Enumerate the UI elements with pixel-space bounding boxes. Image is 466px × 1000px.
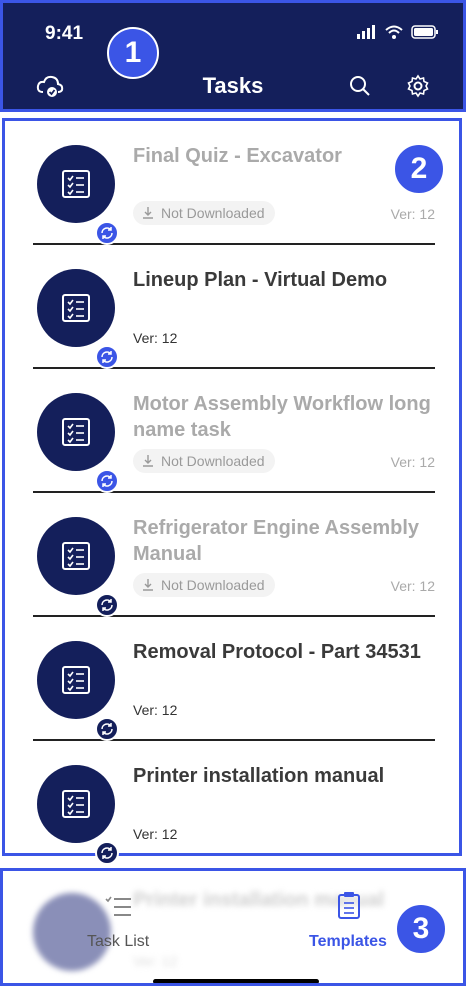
task-version: Ver: 12 — [133, 826, 178, 842]
checklist-icon — [62, 294, 90, 322]
task-name: Printer installation manual — [133, 765, 385, 787]
task-avatar — [37, 393, 119, 493]
download-icon — [143, 207, 153, 219]
checklist-icon — [62, 542, 90, 570]
status-time: 9:41 — [45, 23, 84, 44]
checklist-icon — [62, 790, 90, 818]
download-status: Not Downloaded — [161, 205, 265, 221]
checklist-icon — [62, 170, 90, 198]
task-avatar — [37, 145, 119, 245]
sync-status-icon — [95, 593, 119, 617]
sync-status-icon — [95, 717, 119, 741]
task-avatar — [37, 517, 119, 617]
task-item[interactable]: Lineup Plan - Virtual Demo Ver: 12 — [33, 245, 435, 369]
tab-templates[interactable]: Templates — [303, 887, 403, 957]
task-item[interactable]: Printer installation manual Ver: 12 — [33, 741, 435, 865]
status-icons — [357, 25, 439, 39]
task-avatar — [37, 765, 119, 865]
task-name: Refrigerator Engine Assembly Manual — [133, 517, 420, 565]
sync-status-icon — [95, 345, 119, 369]
bottom-navigation: Printer installation manual Ver: 12 Task… — [0, 868, 466, 986]
search-icon — [350, 76, 370, 96]
task-avatar — [37, 269, 119, 369]
task-name: Removal Protocol - Part 34531 — [133, 641, 421, 663]
annotation-badge-2: 2 — [393, 143, 445, 195]
task-name: Final Quiz - Excavator — [133, 145, 342, 167]
task-name: Lineup Plan - Virtual Demo — [133, 269, 388, 291]
signal-icon — [357, 25, 375, 39]
task-item[interactable]: Refrigerator Engine Assembly Manual Not … — [33, 493, 435, 617]
task-version: Ver: 12 — [133, 702, 178, 718]
task-version: Ver: 12 — [133, 330, 178, 346]
tab-task-list-label: Task List — [87, 933, 150, 950]
sync-status-icon — [95, 469, 119, 493]
list-icon — [105, 896, 131, 916]
download-status: Not Downloaded — [161, 453, 265, 469]
annotation-badge-1: 1 — [107, 27, 159, 79]
task-version: Ver: 12 — [390, 206, 435, 222]
task-version: Ver: 12 — [390, 454, 435, 470]
not-downloaded-badge: Not Downloaded — [133, 449, 275, 473]
checklist-icon — [62, 666, 90, 694]
task-name: Motor Assembly Workflow long name task — [133, 393, 431, 441]
clipboard-icon — [338, 892, 360, 919]
app-header: 9:41 1 Tasks — [0, 0, 466, 112]
download-icon — [143, 455, 153, 467]
tab-task-list[interactable]: Task List — [73, 887, 173, 957]
home-indicator — [153, 979, 319, 983]
annotation-badge-3: 3 — [395, 903, 447, 955]
download-icon — [143, 579, 153, 591]
wifi-icon — [385, 25, 403, 39]
task-avatar — [37, 641, 119, 741]
task-version: Ver: 12 — [390, 578, 435, 594]
task-item[interactable]: Motor Assembly Workflow long name task N… — [33, 369, 435, 493]
gear-icon — [407, 74, 429, 98]
settings-button[interactable] — [403, 71, 433, 101]
battery-icon — [411, 25, 438, 39]
page-title: Tasks — [202, 73, 264, 98]
search-button[interactable] — [345, 71, 375, 101]
task-list: 2 Final Quiz - Excavator Not Downloaded … — [2, 118, 462, 865]
task-item[interactable]: Final Quiz - Excavator Not Downloaded Ve… — [33, 121, 435, 245]
sync-status-icon — [95, 841, 119, 865]
sync-status-icon — [95, 221, 119, 245]
not-downloaded-badge: Not Downloaded — [133, 573, 275, 597]
tab-templates-label: Templates — [309, 933, 387, 950]
task-item[interactable]: Removal Protocol - Part 34531 Ver: 12 — [33, 617, 435, 741]
checklist-icon — [62, 418, 90, 446]
not-downloaded-badge: Not Downloaded — [133, 201, 275, 225]
download-status: Not Downloaded — [161, 577, 265, 593]
